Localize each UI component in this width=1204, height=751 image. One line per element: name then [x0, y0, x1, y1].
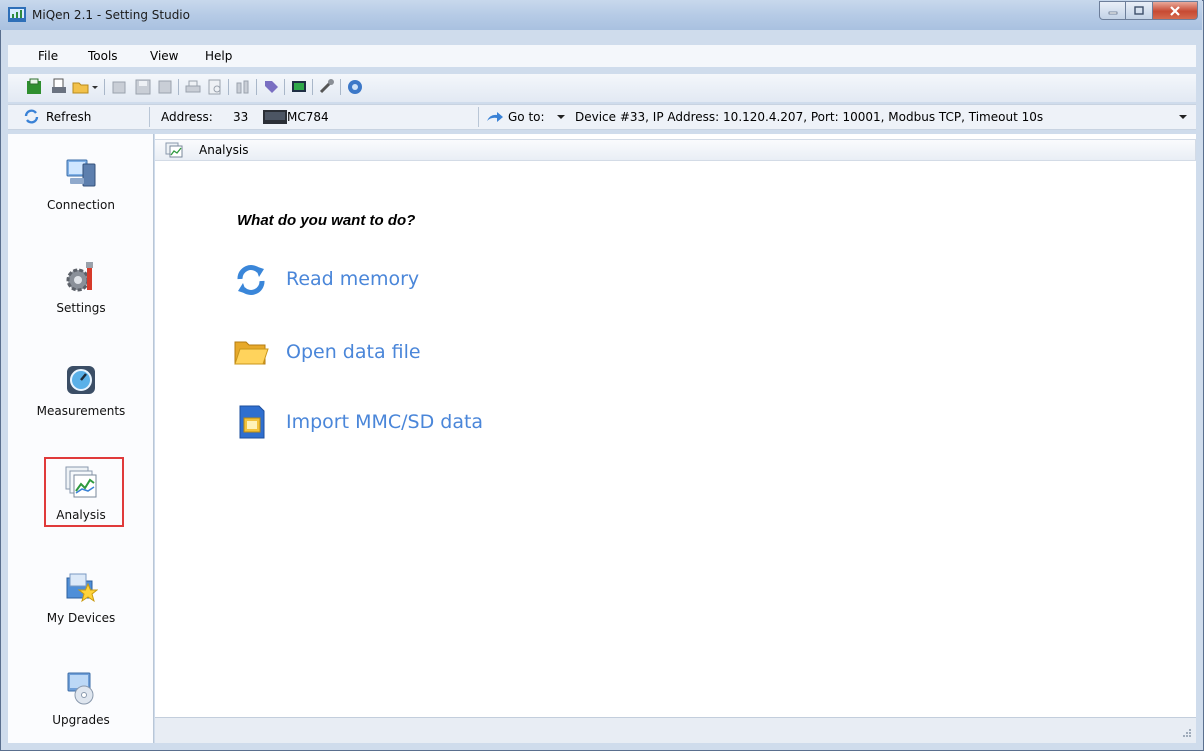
save-all-icon[interactable]: [156, 78, 174, 96]
menu-tools[interactable]: Tools: [88, 49, 118, 63]
folder-icon[interactable]: [233, 334, 269, 370]
analysis-chart-icon: [65, 466, 97, 498]
new-icon[interactable]: [25, 78, 43, 96]
breadcrumb-label: Analysis: [199, 143, 249, 157]
chevron-down-icon[interactable]: [557, 114, 565, 120]
toolbar-separator: [256, 79, 257, 95]
tag-icon[interactable]: [262, 78, 280, 96]
about-icon[interactable]: [346, 78, 364, 96]
settings-gear-icon: [66, 262, 93, 292]
sidebar-item-label: Upgrades: [52, 713, 110, 727]
app-icon: [8, 7, 26, 22]
sidebar: [8, 134, 154, 743]
tools-icon[interactable]: [318, 78, 336, 96]
maximize-button[interactable]: [1126, 1, 1153, 20]
sidebar-item-label: My Devices: [46, 611, 116, 625]
export-icon[interactable]: [110, 78, 128, 96]
sidebar-item-my-devices[interactable]: My Devices: [8, 568, 154, 638]
open-data-file-link[interactable]: Open data file: [286, 341, 421, 363]
sd-card-icon[interactable]: [233, 404, 269, 440]
connection-info: Device #33, IP Address: 10.120.4.207, Po…: [575, 110, 1044, 124]
address-value[interactable]: 33: [233, 110, 248, 124]
window-title: MiQen 2.1 - Setting Studio: [32, 8, 190, 22]
menu-bar: [8, 45, 1196, 67]
refresh-button[interactable]: Refresh: [46, 110, 91, 124]
upgrade-cd-icon: [67, 672, 94, 705]
minimize-button[interactable]: [1099, 1, 1126, 20]
goto-arrow-icon: [487, 112, 503, 122]
toolbar-separator: [149, 107, 150, 127]
read-memory-link[interactable]: Read memory: [286, 268, 419, 290]
resize-grip-icon[interactable]: [1182, 728, 1192, 738]
close-icon: [1170, 5, 1180, 16]
compare-icon[interactable]: [234, 78, 252, 96]
toolbar-separator: [228, 79, 229, 95]
toolbar-separator: [284, 79, 285, 95]
refresh-icon: [24, 109, 39, 124]
print-icon[interactable]: [184, 78, 202, 96]
computer-icon: [66, 159, 96, 187]
print-setup-icon[interactable]: [50, 78, 68, 96]
gauge-icon: [67, 366, 95, 394]
device-model: MC784: [287, 110, 329, 124]
sidebar-item-measurements[interactable]: Measurements: [8, 361, 154, 431]
toolbar-separator: [340, 79, 341, 95]
device-icon: [263, 110, 287, 124]
sidebar-item-analysis[interactable]: Analysis: [8, 465, 154, 525]
sidebar-item-label: Analysis: [56, 508, 106, 522]
breadcrumb: [155, 139, 1196, 161]
goto-label[interactable]: Go to:: [508, 110, 545, 124]
toolbar-separator: [178, 79, 179, 95]
save-icon[interactable]: [134, 78, 152, 96]
analysis-chart-icon: [165, 142, 183, 158]
minimize-icon: [1108, 11, 1117, 14]
toolbar-separator: [478, 107, 479, 127]
open-folder-icon[interactable]: [72, 78, 90, 96]
folder-star-icon: [66, 573, 98, 603]
address-label: Address:: [161, 110, 213, 124]
toolbar-separator: [312, 79, 313, 95]
print-preview-icon[interactable]: [206, 78, 224, 96]
page-title: What do you want to do?: [237, 212, 416, 229]
menu-file[interactable]: File: [38, 49, 58, 63]
close-button[interactable]: [1153, 1, 1198, 20]
sidebar-item-settings[interactable]: Settings: [8, 258, 154, 328]
sidebar-item-label: Settings: [56, 301, 106, 315]
chevron-down-icon[interactable]: [1179, 114, 1187, 120]
dropdown-arrow-icon[interactable]: [90, 78, 100, 96]
status-bar: [155, 717, 1196, 743]
window-controls: [1099, 1, 1198, 21]
sidebar-item-upgrades[interactable]: Upgrades: [8, 671, 154, 733]
maximize-icon: [1134, 6, 1144, 15]
monitor-icon[interactable]: [290, 78, 308, 96]
sidebar-item-connection[interactable]: Connection: [8, 152, 154, 222]
refresh-arrows-icon[interactable]: [233, 262, 269, 298]
sidebar-item-label: Measurements: [36, 404, 126, 418]
menu-help[interactable]: Help: [205, 49, 232, 63]
toolbar-separator: [104, 79, 105, 95]
import-mmc-sd-link[interactable]: Import MMC/SD data: [286, 411, 483, 433]
menu-view[interactable]: View: [150, 49, 178, 63]
sidebar-item-label: Connection: [47, 198, 115, 212]
